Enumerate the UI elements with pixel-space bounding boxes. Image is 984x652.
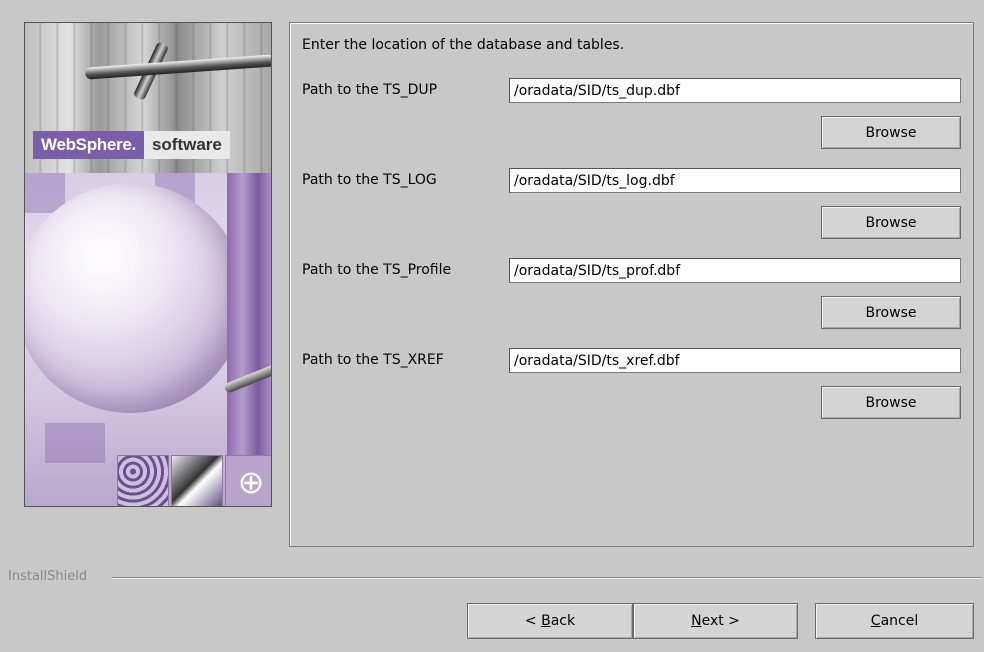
logo-websphere-text: WebSphere.	[33, 131, 144, 159]
next-label-rest: ext >	[701, 613, 740, 629]
next-button[interactable]: Next >	[633, 603, 798, 639]
ts-profile-path-input[interactable]	[509, 258, 961, 283]
ts-dup-label: Path to the TS_DUP	[302, 82, 438, 98]
cancel-mnemonic: C	[870, 613, 881, 629]
websphere-logo: WebSphere. software	[33, 131, 230, 159]
back-mnemonic: B	[541, 613, 551, 629]
ts-xref-path-input[interactable]	[509, 348, 961, 373]
ts-dup-browse-button[interactable]: Browse	[821, 116, 961, 149]
back-label-rest: ack	[550, 613, 576, 629]
banner-rod-graphic	[84, 54, 271, 80]
ts-log-label: Path to the TS_LOG	[302, 172, 437, 188]
logo-software-text: software	[143, 131, 230, 159]
ts-xref-browse-button[interactable]: Browse	[821, 386, 961, 419]
installer-window: WebSphere. software ⊕ Enter the location…	[0, 0, 984, 652]
ts-xref-label: Path to the TS_XREF	[302, 352, 444, 368]
websphere-banner-image: WebSphere. software ⊕	[24, 22, 272, 507]
ts-log-path-input[interactable]	[509, 168, 961, 193]
globe-graphic	[25, 183, 245, 413]
instruction-text: Enter the location of the database and t…	[302, 37, 625, 53]
banner-tile	[45, 423, 105, 463]
globe-icon: ⊕	[225, 455, 271, 506]
banner-bottom-graphic: ⊕	[25, 173, 271, 506]
ts-profile-label: Path to the TS_Profile	[302, 262, 452, 278]
cancel-label-rest: ancel	[880, 613, 919, 629]
next-mnemonic: N	[691, 613, 702, 629]
cancel-button[interactable]: Cancel	[815, 603, 974, 639]
circuit-thumbnail	[117, 455, 169, 506]
ts-log-browse-button[interactable]: Browse	[821, 206, 961, 239]
device-thumbnail	[171, 455, 223, 506]
back-prefix: <	[524, 613, 542, 629]
ts-profile-browse-button[interactable]: Browse	[821, 296, 961, 329]
footer-separator	[112, 577, 982, 579]
ts-dup-path-input[interactable]	[509, 78, 961, 103]
back-button[interactable]: < Back	[467, 603, 633, 639]
installshield-brand-label: InstallShield	[8, 569, 88, 584]
